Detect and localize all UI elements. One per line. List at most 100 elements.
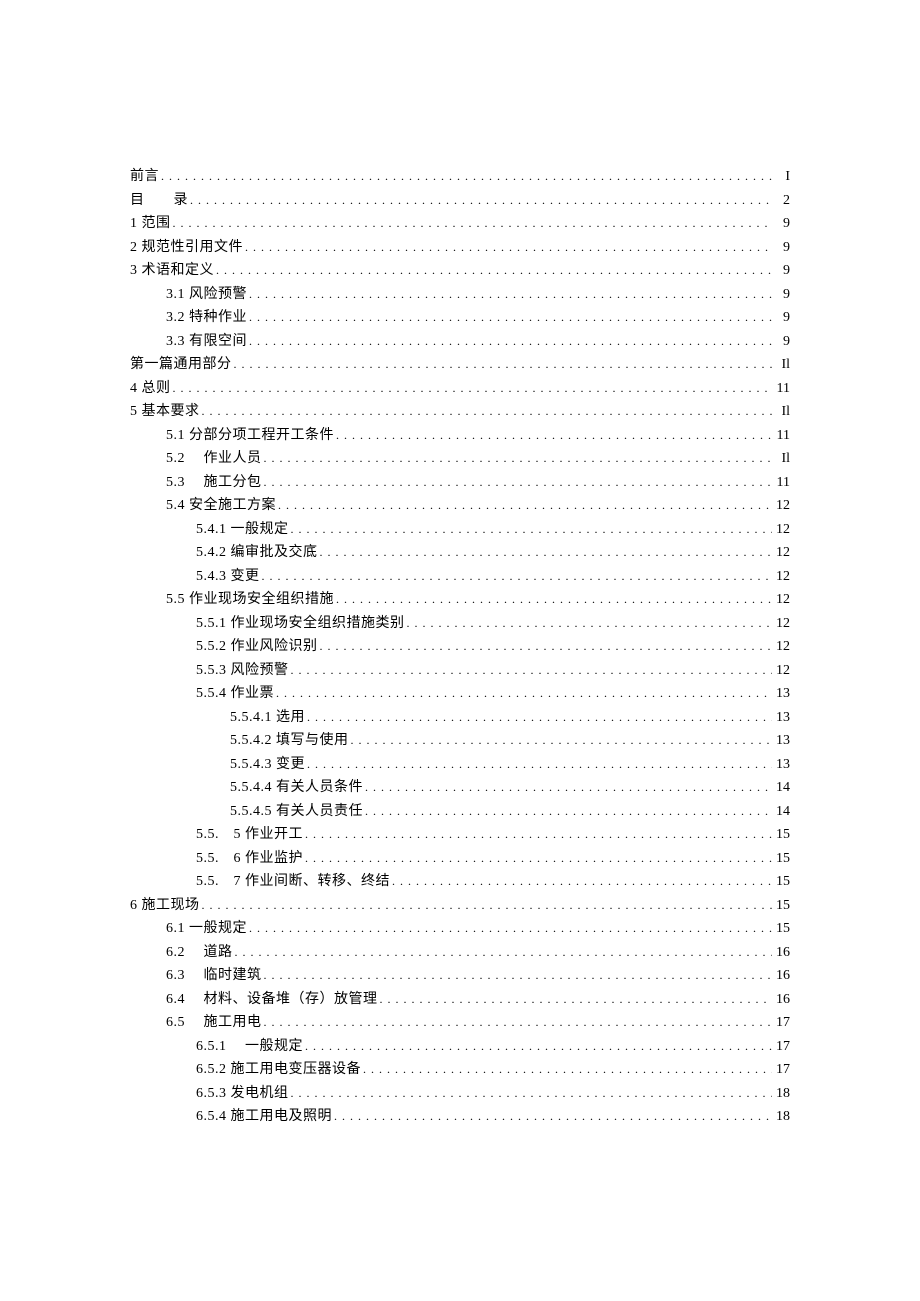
toc-entry-label: 6.5.4 施工用电及照明 <box>196 1105 332 1129</box>
toc-entry: 6.1 一般规定15 <box>130 917 790 941</box>
toc-entry: 3 术语和定义 9 <box>130 259 790 283</box>
toc-entry: 6.4 材料、设备堆（存）放管理16 <box>130 988 790 1012</box>
toc-entry-page: 12 <box>772 635 790 659</box>
toc-entry: 6.5.3 发电机组18 <box>130 1082 790 1106</box>
toc-entry-page: 18 <box>772 1105 790 1129</box>
toc-entry: 目 录 2 <box>130 189 790 213</box>
toc-entry: 5.5.4.5 有关人员责任14 <box>130 800 790 824</box>
toc-entry-page: 11 <box>772 377 790 401</box>
toc-entry: 5.4.1 一般规定12 <box>130 518 790 542</box>
toc-entry: 5.5.1 作业现场安全组织措施类别 12 <box>130 612 790 636</box>
toc-entry-label: 5.5 作业现场安全组织措施 <box>166 588 334 612</box>
toc-entry-label: 4 总则 <box>130 377 171 401</box>
toc-entry: 5.5.4.4 有关人员条件14 <box>130 776 790 800</box>
toc-entry-label: 5.2 作业人员 <box>166 447 262 471</box>
toc-entry: 5 基本要求 Il <box>130 400 790 424</box>
toc-entry-label: 5.5.4.1 选用 <box>230 706 305 730</box>
toc-leader-dots <box>289 659 773 683</box>
toc-entry-page: Il <box>772 400 790 424</box>
toc-entry-label: 5.5.1 作业现场安全组织措施类别 <box>196 612 405 636</box>
toc-entry-page: 15 <box>772 894 790 918</box>
toc-entry-label: 6 施工现场 <box>130 894 200 918</box>
toc-entry: 5.3 施工分包11 <box>130 471 790 495</box>
toc-entry-page: 12 <box>772 588 790 612</box>
toc-entry: 5.5.4.3 变更13 <box>130 753 790 777</box>
toc-leader-dots <box>305 706 772 730</box>
toc-entry-label: 5.5. 6 作业监护 <box>196 847 303 871</box>
toc-leader-dots <box>318 635 773 659</box>
toc-entry-label: 6.5.2 施工用电变压器设备 <box>196 1058 361 1082</box>
toc-leader-dots <box>247 330 772 354</box>
toc-leader-dots <box>318 541 773 565</box>
toc-entry-label: 第一篇通用部分 <box>130 353 232 377</box>
toc-entry-label: 5.5.4.2 填写与使用 <box>230 729 349 753</box>
toc-entry-label: 3.1 风险预警 <box>166 283 247 307</box>
toc-entry-page: 16 <box>772 941 790 965</box>
toc-leader-dots <box>200 400 773 424</box>
toc-entry-label: 目 录 <box>130 189 188 213</box>
toc-entry: 3.2 特种作业9 <box>130 306 790 330</box>
toc-entry-label: 6.4 材料、设备堆（存）放管理 <box>166 988 378 1012</box>
toc-entry-page: 18 <box>772 1082 790 1106</box>
toc-entry-page: 9 <box>772 259 790 283</box>
toc-leader-dots <box>349 729 773 753</box>
toc-entry-label: 2 规范性引用文件 <box>130 236 243 260</box>
toc-leader-dots <box>303 1035 772 1059</box>
toc-leader-dots <box>171 377 773 401</box>
toc-entry-page: 9 <box>772 330 790 354</box>
toc-leader-dots <box>274 682 772 706</box>
toc-entry-page: 13 <box>772 682 790 706</box>
toc-entry-page: 2 <box>772 189 790 213</box>
toc-entry-page: 9 <box>772 283 790 307</box>
toc-entry-label: 5 基本要求 <box>130 400 200 424</box>
toc-entry: 6 施工现场 15 <box>130 894 790 918</box>
toc-entry: 5.5.3 风险预警12 <box>130 659 790 683</box>
toc-leader-dots <box>200 894 773 918</box>
toc-entry-page: 12 <box>772 612 790 636</box>
toc-entry-page: 12 <box>772 494 790 518</box>
toc-leader-dots <box>361 1058 772 1082</box>
toc-entry-page: 11 <box>772 471 790 495</box>
toc-entry-label: 5.5. 7 作业间断、转移、终结 <box>196 870 390 894</box>
toc-entry-label: 5.4.1 一般规定 <box>196 518 289 542</box>
toc-entry: 6.5.1 一般规定17 <box>130 1035 790 1059</box>
toc-entry-page: 15 <box>772 917 790 941</box>
toc-entry: 6.3 临时建筑16 <box>130 964 790 988</box>
toc-entry-label: 6.2 道路 <box>166 941 233 965</box>
toc-entry: 6.2 道路 16 <box>130 941 790 965</box>
toc-leader-dots <box>232 353 773 377</box>
toc-entry: 5.4.2 编审批及交底12 <box>130 541 790 565</box>
toc-entry-page: Il <box>772 353 790 377</box>
toc-leader-dots <box>214 259 772 283</box>
toc-entry-page: 13 <box>772 706 790 730</box>
toc-entry: 2 规范性引用文件9 <box>130 236 790 260</box>
toc-entry: 4 总则 11 <box>130 377 790 401</box>
toc-entry-page: I <box>772 165 790 189</box>
toc-leader-dots <box>378 988 773 1012</box>
toc-entry-label: 5.1 分部分项工程开工条件 <box>166 424 334 448</box>
toc-entry-page: 14 <box>772 776 790 800</box>
toc-entry-label: 3 术语和定义 <box>130 259 214 283</box>
toc-entry: 5.5 作业现场安全组织措施 12 <box>130 588 790 612</box>
toc-entry: 5.5.4.2 填写与使用13 <box>130 729 790 753</box>
toc-entry-label: 5.4 安全施工方案 <box>166 494 276 518</box>
toc-entry-page: Il <box>772 447 790 471</box>
toc-entry: 5.5.4 作业票13 <box>130 682 790 706</box>
toc-entry: 5.5.2 作业风险识别12 <box>130 635 790 659</box>
toc-entry: 5.1 分部分项工程开工条件 11 <box>130 424 790 448</box>
document-page: 前言I目 录21 范围92 规范性引用文件93 术语和定义93.1 风险预警93… <box>0 0 920 1301</box>
toc-entry-page: 9 <box>772 212 790 236</box>
toc-entry-page: 12 <box>772 659 790 683</box>
toc-entry-page: 17 <box>772 1058 790 1082</box>
toc-leader-dots <box>363 776 772 800</box>
toc-entry-page: 15 <box>772 870 790 894</box>
toc-leader-dots <box>303 823 772 847</box>
toc-entry-page: 11 <box>772 424 790 448</box>
toc-entry: 5.2 作业人员 Il <box>130 447 790 471</box>
toc-leader-dots <box>188 189 772 213</box>
toc-entry-page: 16 <box>772 964 790 988</box>
toc-leader-dots <box>262 471 773 495</box>
toc-entry-page: 17 <box>772 1011 790 1035</box>
toc-entry-label: 6.5 施工用电 <box>166 1011 262 1035</box>
toc-entry: 5.5. 5 作业开工15 <box>130 823 790 847</box>
